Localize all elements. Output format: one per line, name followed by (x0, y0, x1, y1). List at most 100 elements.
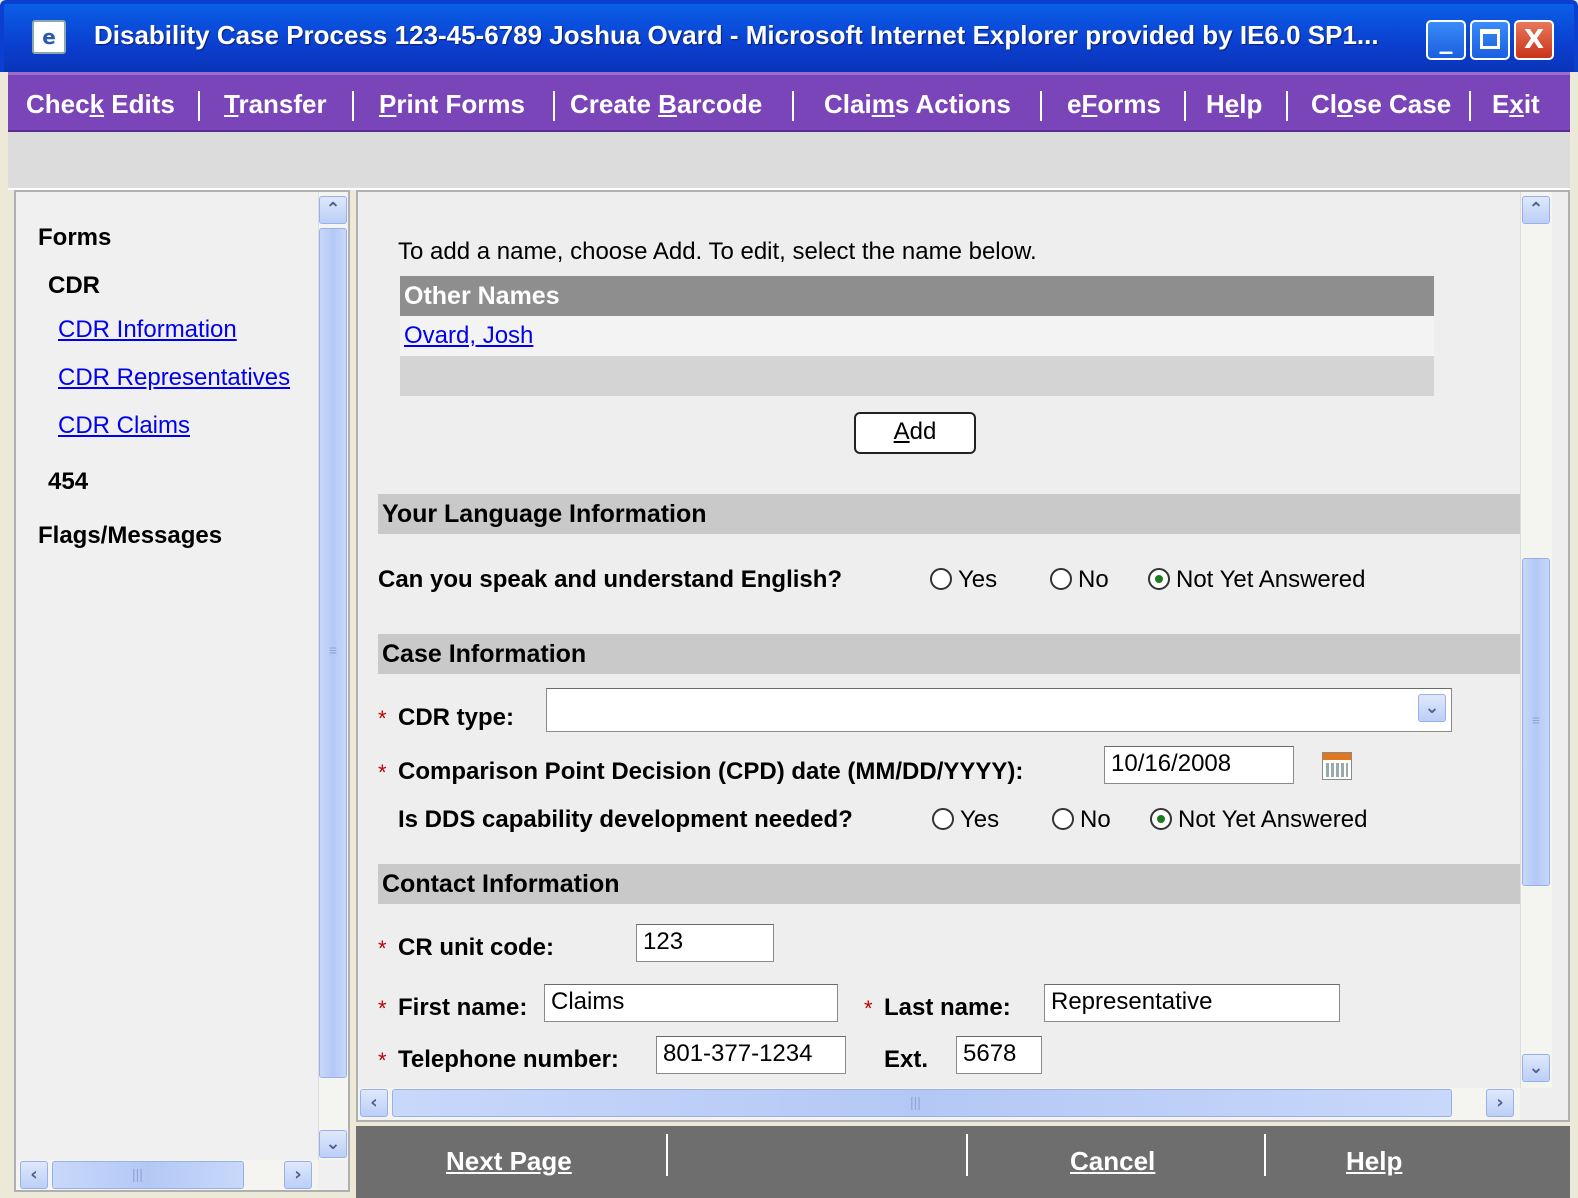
menu-create-barcode[interactable]: Create Barcode (570, 89, 762, 120)
maximize-glyph (1480, 29, 1500, 49)
nav-frame: Forms CDR CDR Information CDR Representa… (14, 190, 350, 1192)
last-name-label: Last name: (884, 994, 1011, 1021)
other-name-link[interactable]: Ovard, Josh (404, 322, 533, 350)
form-hscroll-thumb[interactable] (392, 1089, 1452, 1117)
cpd-date-label: Comparison Point Decision (CPD) date (MM… (398, 758, 1024, 785)
scroll-left-icon[interactable]: ‹ (360, 1089, 388, 1117)
nav-cdr-heading: CDR (48, 272, 100, 299)
nav-link-cdr-claims[interactable]: CDR Claims (58, 412, 190, 440)
other-names-instruction: To add a name, choose Add. To edit, sele… (398, 238, 1037, 265)
calendar-icon-grid (1326, 763, 1348, 777)
last-name-input[interactable]: Representative (1044, 984, 1340, 1022)
menu-exit[interactable]: Exit (1492, 89, 1540, 120)
english-question: Can you speak and understand English? (378, 566, 843, 593)
scroll-left-icon[interactable]: ‹ (20, 1161, 48, 1189)
dds-not-yet-answered-label[interactable]: Not Yet Answered (1178, 806, 1367, 834)
menu-separator (1469, 91, 1471, 121)
menu-eforms[interactable]: eForms (1067, 89, 1161, 120)
nav-flags-messages[interactable]: Flags/Messages (38, 522, 222, 550)
action-separator (666, 1134, 668, 1176)
dds-no-radio[interactable] (1052, 808, 1074, 830)
form-frame: To add a name, choose Add. To edit, sele… (356, 190, 1570, 1122)
menu-transfer[interactable]: Transfer (224, 89, 327, 120)
action-separator (966, 1134, 968, 1176)
telephone-number-label: Telephone number: (398, 1046, 619, 1073)
extension-input[interactable]: 5678 (956, 1036, 1042, 1074)
menu-separator (553, 91, 555, 121)
cdr-type-select[interactable] (546, 688, 1452, 732)
chevron-down-icon[interactable]: ⌄ (1418, 694, 1446, 722)
section-case-information: Case Information (378, 634, 1520, 674)
toolbar-strip (8, 132, 1570, 190)
grip-icon: ≡ (1531, 712, 1541, 728)
minimize-icon[interactable]: _ (1426, 20, 1466, 60)
menu-separator (352, 91, 354, 121)
required-marker: * (378, 706, 387, 731)
close-icon[interactable]: X (1514, 20, 1554, 60)
required-marker: * (378, 760, 387, 785)
english-yes-radio[interactable] (930, 568, 952, 590)
cancel-button[interactable]: Cancel (1070, 1146, 1155, 1177)
menu-check-edits[interactable]: Check Edits (26, 89, 175, 120)
menu-separator (792, 91, 794, 121)
menu-help[interactable]: Help (1206, 89, 1262, 120)
english-no-radio[interactable] (1050, 568, 1072, 590)
scroll-up-icon[interactable]: ⌃ (1522, 196, 1550, 224)
required-marker: * (378, 936, 387, 961)
dds-yes-label[interactable]: Yes (960, 806, 999, 834)
english-not-yet-answered-label[interactable]: Not Yet Answered (1176, 566, 1365, 594)
grip-icon: ||| (910, 1094, 921, 1110)
menu-separator (198, 91, 200, 121)
nav-hscroll-thumb[interactable] (52, 1161, 244, 1189)
help-button[interactable]: Help (1346, 1146, 1402, 1177)
menu-claims-actions[interactable]: Claims Actions (824, 89, 1011, 120)
telephone-number-input[interactable]: 801-377-1234 (656, 1036, 846, 1074)
maximize-icon[interactable] (1470, 20, 1510, 60)
table-row-empty (400, 356, 1434, 396)
required-marker: * (864, 996, 873, 1021)
dds-capability-question: Is DDS capability development needed? (398, 806, 853, 833)
cr-unit-code-input[interactable]: 123 (636, 924, 774, 962)
menu-separator (1040, 91, 1042, 121)
english-not-yet-answered-radio[interactable] (1148, 568, 1170, 590)
dds-no-label[interactable]: No (1080, 806, 1111, 834)
scroll-right-icon[interactable]: › (1486, 1089, 1514, 1117)
nav-link-cdr-information[interactable]: CDR Information (58, 316, 237, 344)
nav-454-heading[interactable]: 454 (48, 468, 88, 496)
scroll-up-icon[interactable]: ⌃ (319, 196, 347, 224)
cdr-type-label: CDR type: (398, 704, 515, 731)
table-row: Ovard, Josh (400, 316, 1434, 356)
calendar-icon[interactable] (1322, 752, 1352, 780)
next-page-button[interactable]: Next Page (446, 1146, 572, 1177)
other-names-header: Other Names (400, 276, 1434, 316)
nav-link-cdr-representatives[interactable]: CDR Representatives (58, 364, 290, 392)
dds-not-yet-answered-radio[interactable] (1150, 808, 1172, 830)
required-marker: * (378, 996, 387, 1021)
english-no-label[interactable]: No (1078, 566, 1109, 594)
ie-document-icon[interactable]: e (32, 20, 66, 54)
section-contact-information: Contact Information (378, 864, 1520, 904)
grip-icon: ≡ (328, 642, 338, 658)
dds-yes-radio[interactable] (932, 808, 954, 830)
menu-bar: Check Edits Transfer Print Forms Create … (8, 72, 1570, 132)
extension-label: Ext. (884, 1046, 929, 1073)
window-title: Disability Case Process 123-45-6789 Josh… (94, 20, 1379, 50)
nav-forms-heading: Forms (38, 224, 112, 251)
cpd-date-input[interactable]: 10/16/2008 (1104, 746, 1294, 784)
scroll-right-icon[interactable]: › (284, 1161, 312, 1189)
scroll-down-icon[interactable]: ⌄ (1522, 1054, 1550, 1082)
grip-icon: ||| (132, 1166, 143, 1182)
english-yes-label[interactable]: Yes (958, 566, 997, 594)
scroll-down-icon[interactable]: ⌄ (319, 1130, 347, 1158)
action-separator (1264, 1134, 1266, 1176)
menu-separator (1184, 91, 1186, 121)
cr-unit-code-label: CR unit code: (398, 934, 554, 961)
add-name-button[interactable]: Add (854, 412, 976, 454)
menu-separator (1286, 91, 1288, 121)
menu-print-forms[interactable]: Print Forms (379, 89, 525, 120)
first-name-input[interactable]: Claims (544, 984, 838, 1022)
menu-close-case[interactable]: Close Case (1311, 89, 1451, 120)
first-name-label: First name: (398, 994, 528, 1021)
required-marker: * (378, 1048, 387, 1073)
bottom-action-bar: Next Page Cancel Help (356, 1126, 1570, 1198)
